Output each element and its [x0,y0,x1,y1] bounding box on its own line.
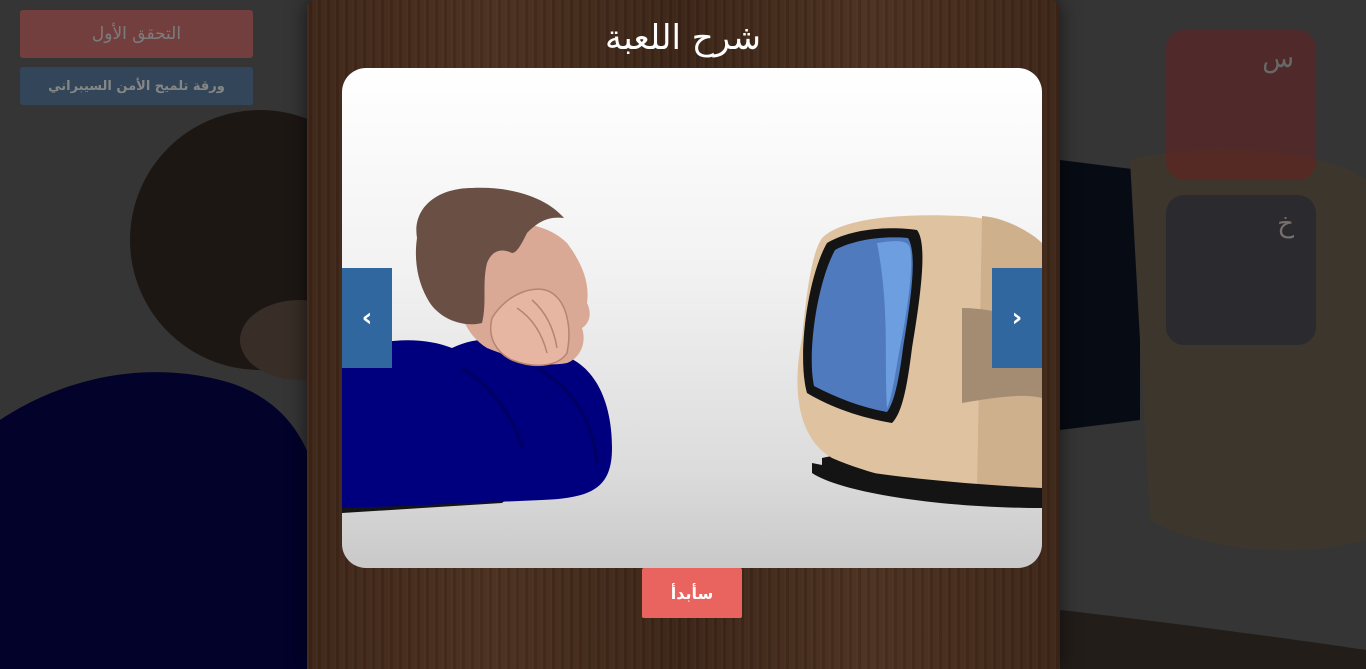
chevron-left-icon: ‹ [361,303,373,333]
modal-title: شرح اللعبة [605,18,761,58]
previous-slide-button[interactable]: ‹ [342,268,392,368]
letter-card-label: س [1262,44,1294,74]
hint-sheet-button[interactable]: ورقة تلميح الأمن السيبراني [20,67,253,105]
chevron-right-icon: › [1011,303,1023,333]
next-slide-button[interactable]: › [992,268,1042,368]
letter-card-label: خ [1277,209,1294,239]
boy-watching-tv-illustration [342,187,1042,513]
letter-card-seen[interactable]: س [1166,30,1316,180]
letter-card-khaa[interactable]: خ [1166,195,1316,345]
slide-image-frame [342,68,1042,568]
check-button[interactable]: التحقق الأول [20,10,253,58]
start-button[interactable]: سأبدأ [642,568,742,618]
game-instructions-modal: شرح اللعبة ‹ › سأبدأ [307,0,1059,669]
